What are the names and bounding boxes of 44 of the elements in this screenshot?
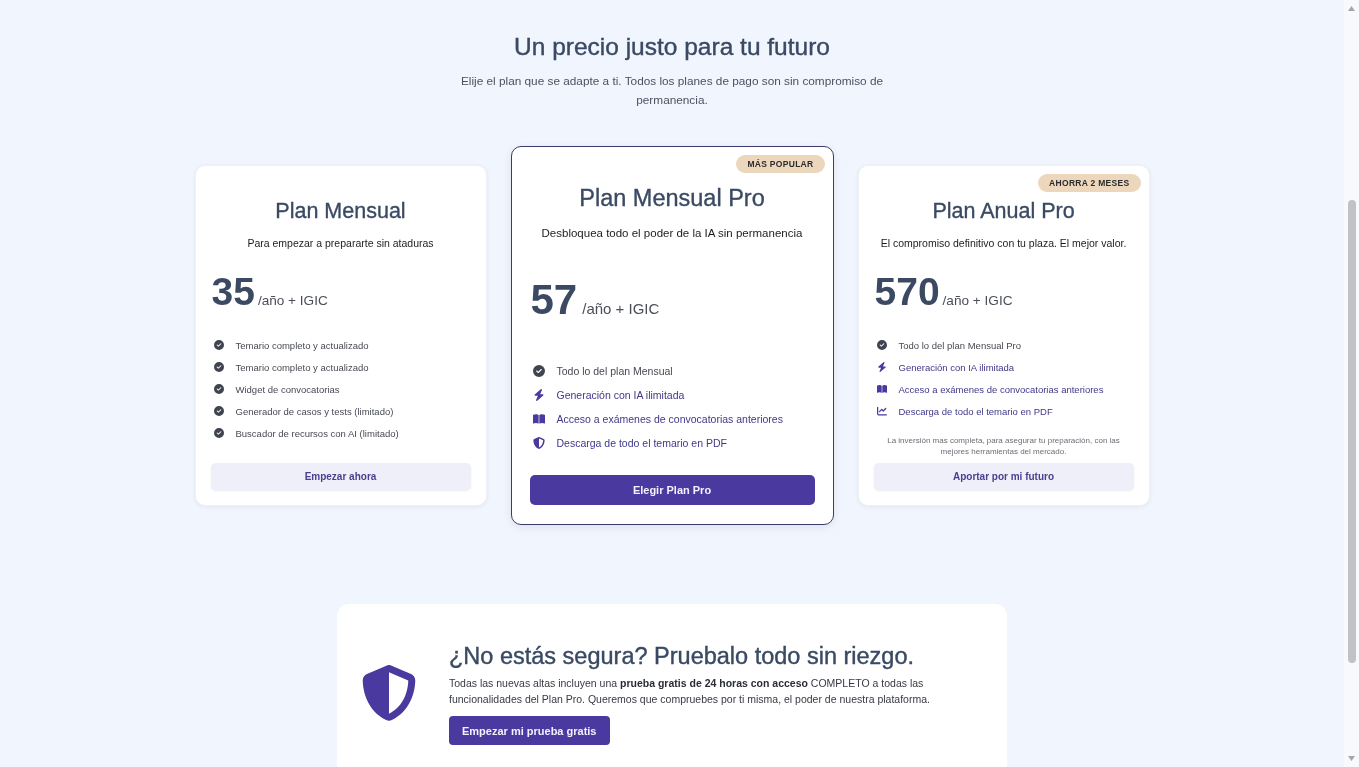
price-amount: 35 xyxy=(211,270,255,314)
plan-description: Desbloquea todo el poder de la IA sin permanencia xyxy=(540,226,804,241)
plan-description: Para empezar a prepararte sin ataduras xyxy=(246,236,435,251)
feature-text: Descarga de todo el temario en PDF xyxy=(556,437,727,449)
promo-badge: AHORRA 2 MESES xyxy=(1038,174,1141,192)
bolt-icon xyxy=(532,389,545,401)
bolt-icon xyxy=(876,362,887,372)
trial-text: Todas las nuevas altas incluyen una prueba gratis de 24 horas con acceso COMPLETO a todas las funcionalidades del Plan Pro. Queremos que compruebes por ti misma, el poder de nuestra plataforma. xyxy=(449,676,931,707)
book-icon xyxy=(532,413,545,425)
price-period: /año + IGIC xyxy=(942,293,1013,308)
choose-plan-button[interactable]: Elegir Plan Pro xyxy=(529,475,815,505)
feature-text: Generación con IA ilimitada xyxy=(898,361,1015,373)
feature-text: Buscador de recursos con AI (limitado) xyxy=(235,427,399,439)
feature-text: Temario completo y actualizado xyxy=(235,339,369,351)
plan-description: El compromiso definitivo con tu plaza. El mejor valor. xyxy=(879,236,1128,251)
feature-text: Generador de casos y tests (limitado) xyxy=(235,405,394,417)
plan-note: La inversión mas completa, para asegurar tu preparación, con las mejores herramientas del mercado. xyxy=(886,435,1121,457)
price-period: /año + IGIC xyxy=(582,300,660,317)
feature-text: Widget de convocatorias xyxy=(235,383,340,395)
choose-plan-button[interactable]: Empezar ahora xyxy=(210,463,471,490)
book-icon xyxy=(876,384,887,394)
line-chart-icon xyxy=(876,406,887,416)
feature-text: Todo lo del plan Mensual xyxy=(556,365,673,377)
feature-text: Descarga de todo el temario en PDF xyxy=(898,405,1053,417)
trial-heading: ¿No estás segura? Pruebalo todo sin riezgo. xyxy=(449,642,915,671)
feature-text: Todo lo del plan Mensual Pro xyxy=(898,339,1022,351)
feature-text: Acceso a exámenes de convocatorias anteriores xyxy=(556,413,783,425)
scrollbar[interactable] xyxy=(1344,0,1359,767)
plan-title: Plan Mensual xyxy=(274,198,407,225)
feature-text: Generación con IA ilimitada xyxy=(556,389,685,401)
promo-badge: MÁS POPULAR xyxy=(736,155,825,173)
plan-title: Plan Anual Pro xyxy=(931,198,1076,225)
page-subtitle: Elije el plan que se adapte a ti. Todos los planes de pago son sin compromiso de permanencia. xyxy=(459,73,885,109)
shield-icon xyxy=(361,665,417,721)
price-amount: 57 xyxy=(530,275,578,325)
plan-title: Plan Mensual Pro xyxy=(578,184,766,213)
start-trial-button[interactable]: Empezar mi prueba gratis xyxy=(449,716,610,745)
shield-icon xyxy=(532,437,545,449)
feature-text: Acceso a exámenes de convocatorias anteriores xyxy=(898,383,1104,395)
page-title: Un precio justo para tu futuro xyxy=(514,32,830,62)
feature-text: Temario completo y actualizado xyxy=(235,361,369,373)
choose-plan-button[interactable]: Aportar por mi futuro xyxy=(873,463,1134,490)
price-amount: 570 xyxy=(874,270,940,314)
price-period: /año + IGIC xyxy=(257,293,328,308)
